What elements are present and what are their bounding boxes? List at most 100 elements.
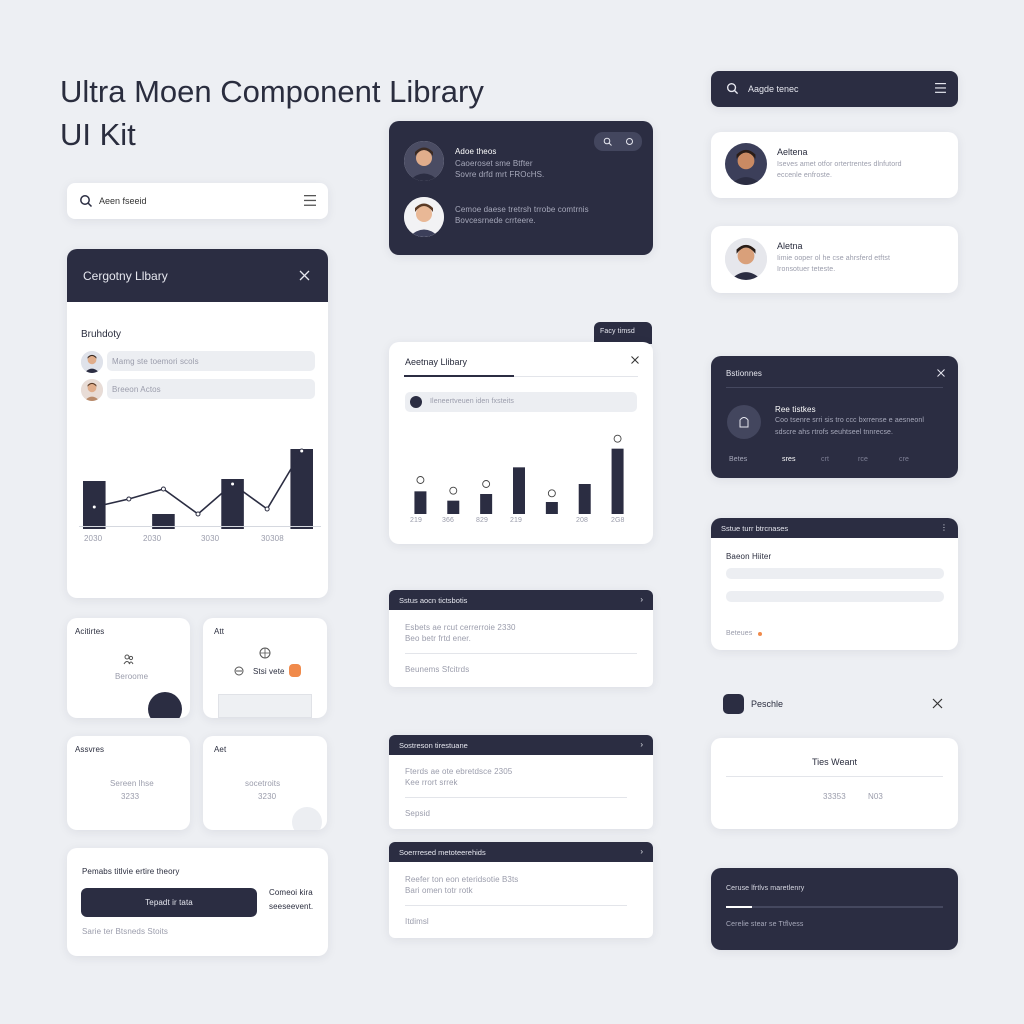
chart-marker [613, 434, 622, 443]
form-label: Baeon Hiiter [726, 552, 772, 561]
library-modal: Aeetnay Llibary Ileneertveuen iden fxste… [389, 342, 653, 544]
search-input[interactable]: Aeen fseeid [99, 196, 147, 206]
chevron-right-icon: › [640, 595, 643, 604]
profile-text: Iimie ooper ol he cse ahrsferd etftst [777, 255, 891, 262]
x-tick-label: 30308 [261, 534, 284, 543]
settings-tab[interactable]: Betes [729, 456, 747, 463]
settings-text: sdscre ahs rtrofs seuhtseel tnnrecse. [775, 429, 894, 436]
tile-value: Sereen lhse [110, 779, 154, 788]
tile-assvres[interactable]: Assvres Sereen lhse 3233 [67, 736, 190, 830]
search-icon[interactable] [603, 137, 612, 146]
list-item[interactable]: Mamg ste toemori scols [107, 351, 315, 371]
settings-tab[interactable]: cre [899, 456, 909, 463]
library-search-input[interactable]: Ileneertveuen iden fxsteits [430, 398, 514, 405]
primary-button[interactable]: Tepadt ir tata [81, 888, 257, 917]
tile-aet[interactable]: Aet socetroits 3230 [203, 736, 327, 830]
avatar [725, 143, 767, 185]
checkbox[interactable] [723, 694, 744, 714]
profile-card[interactable]: Aletna Iimie ooper ol he cse ahrsferd et… [711, 226, 958, 293]
avatar [725, 238, 767, 280]
accordion-title: Sostreson tirestuane [399, 741, 468, 750]
category-modal-header: Cergotny Llbary [67, 249, 328, 302]
profile-card[interactable]: Aeltena Iseves amet otfor ortertrentes d… [711, 132, 958, 198]
tile-title: Assvres [75, 745, 105, 754]
library-tag[interactable]: Facy timsd [594, 322, 652, 344]
chart-marker [416, 476, 425, 484]
library-search[interactable]: Ileneertveuen iden fxsteits [405, 392, 637, 412]
globe-icon [259, 647, 271, 659]
accordion-header[interactable]: Soerrresed metoteerehids › [389, 842, 653, 862]
side-text: seeseevent. [269, 902, 314, 911]
search-bar-left[interactable]: Aeen fseeid [67, 183, 328, 219]
profile-text: Ironsotuer teteste. [777, 266, 836, 273]
toggle-icon[interactable] [234, 666, 244, 676]
more-icon[interactable]: ⋮ [940, 523, 948, 532]
x-tick-label: 208 [576, 517, 588, 524]
dialog-card: Ties Weant 33353 N03 [711, 738, 958, 829]
category-modal-title: Cergotny Llbary [83, 269, 168, 283]
x-tick-label: 219 [410, 517, 422, 524]
tile-label: Stsi vete [253, 667, 285, 676]
chat-actions[interactable] [594, 132, 642, 151]
form-input[interactable] [726, 568, 944, 579]
form-input[interactable] [726, 591, 944, 602]
x-tick-label: 2030 [84, 534, 103, 543]
form-card: Sstue turr btrcnases ⋮ Baeon Hiiter Bete… [711, 518, 958, 650]
notification-badge [289, 664, 301, 677]
chart-point [230, 481, 236, 487]
chart-point [299, 448, 305, 454]
placeholder-box [218, 694, 312, 718]
x-tick-label: 2030 [143, 534, 162, 543]
category-modal: Cergotny Llbary Bruhdoty Mamg ste toemor… [67, 249, 328, 598]
chat-text: Sovre drfd mrt FROcHS. [455, 170, 545, 179]
divider [726, 776, 943, 777]
chart-marker [547, 489, 556, 498]
menu-icon[interactable] [304, 195, 316, 206]
menu-icon[interactable] [935, 83, 946, 93]
search-input[interactable]: Aagde tenec [748, 84, 799, 94]
settings-tab[interactable]: rce [858, 456, 868, 463]
accordion-header[interactable]: Sstus aocn tictsbotis › [389, 590, 653, 610]
chart-bar [480, 494, 493, 514]
accordion-header[interactable]: Sostreson tirestuane › [389, 735, 653, 755]
accordion-text: Reefer ton eon eteridsotie B3ts [405, 875, 519, 884]
settings-name: Ree tistkes [775, 405, 816, 414]
accordion-text: Kee rrort srrek [405, 778, 458, 787]
tile-att[interactable]: Att Stsi vete [203, 618, 327, 718]
chart-bar [611, 448, 624, 514]
chart-bar [545, 502, 558, 514]
checkbox-row[interactable]: Peschle [723, 693, 953, 715]
library-tag-label: Facy timsd [600, 328, 635, 335]
accordion-card: Sostreson tirestuane › Fterds ae ote ebr… [389, 735, 653, 829]
fab-button[interactable] [148, 692, 182, 718]
tile-label: Beroome [115, 672, 149, 681]
list-item[interactable]: Breeon Actos [107, 379, 315, 399]
section-heading: Bruhdoty [81, 329, 122, 340]
chart-bar [447, 500, 460, 514]
close-icon[interactable] [937, 369, 945, 377]
button-card-title: Pemabs titlvie ertire theory [82, 867, 180, 876]
form-header: Sstue turr btrcnases ⋮ [711, 518, 958, 538]
chart-point [195, 511, 201, 517]
settings-tab[interactable]: sres [782, 456, 796, 463]
x-tick-label: 366 [442, 517, 454, 524]
fab-button[interactable] [292, 807, 322, 830]
progress-footer: Cerelie stear se Ttflvess [726, 921, 804, 928]
tab-underline-active[interactable] [404, 375, 514, 377]
tile-activities[interactable]: Acitirtes Beroome [67, 618, 190, 718]
progress-title: Ceruse lfrtlvs maretlenry [726, 885, 805, 892]
close-icon[interactable] [299, 270, 310, 281]
search-bar-right[interactable]: Aagde tenec [711, 71, 958, 107]
close-icon[interactable] [631, 356, 639, 364]
chat-text: Cemoe daese tretrsh trrobe comtrnis [455, 205, 589, 214]
chart-bar [290, 449, 313, 529]
settings-text: Coo tsenre srri sis tro ccc bxrrense e a… [775, 417, 925, 424]
chart-point [126, 496, 132, 502]
x-tick-label: 219 [510, 517, 522, 524]
refresh-icon[interactable] [625, 137, 634, 146]
list-item-label: Breeon Actos [112, 385, 161, 394]
close-icon[interactable] [932, 698, 943, 709]
profile-name: Aeltena [777, 147, 808, 157]
chart-point [160, 486, 166, 492]
settings-tab[interactable]: crt [821, 456, 829, 463]
